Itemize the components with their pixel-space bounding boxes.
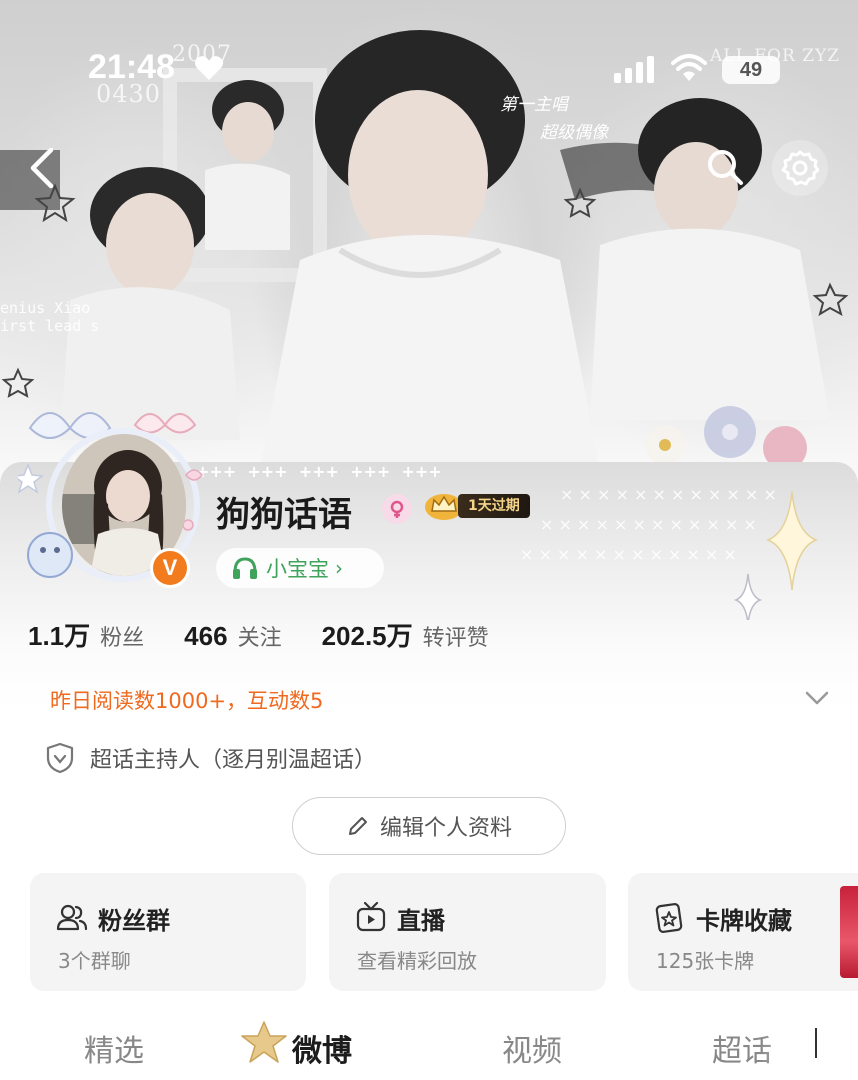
tv-icon	[356, 901, 386, 932]
quick-card-subtitle: 125张卡牌	[656, 949, 755, 973]
quick-card-fan-group[interactable]: 粉丝群 3个群聊	[30, 873, 306, 991]
tabs-fade-overlay	[760, 1010, 858, 1080]
edit-profile-button[interactable]: 编辑个人资料	[292, 797, 566, 855]
chevron-down-icon[interactable]	[804, 688, 830, 708]
svg-text:× × × × × × × × × × × ×: × × × × × × × × × × × ×	[560, 485, 777, 504]
svg-text:× × × × × × × × × × × ×: × × × × × × × × × × × ×	[540, 515, 757, 534]
reading-insight[interactable]: 昨日阅读数1000+，互动数5	[50, 685, 323, 715]
stat-following-value[interactable]: 466	[184, 621, 227, 652]
tab-video[interactable]: 视频	[502, 1026, 562, 1070]
stat-followers-value[interactable]: 1.1万	[28, 616, 90, 653]
pencil-icon	[348, 817, 367, 835]
chevron-right-icon: ›	[335, 556, 343, 580]
svg-text:× × × × × × × × × × × ×: × × × × × × × × × × × ×	[520, 545, 737, 564]
quick-card-live[interactable]: 直播 查看精彩回放	[329, 873, 606, 991]
fan-badge-pill[interactable]: 小宝宝 ›	[216, 548, 384, 588]
quick-card-title: 直播	[397, 907, 445, 935]
female-gender-icon	[382, 494, 412, 524]
profile-stats: 1.1万 粉丝 466 关注 202.5万 转评赞	[28, 616, 529, 653]
edit-profile-label: 编辑个人资料	[379, 816, 512, 841]
vip-label: 1天过期	[458, 494, 530, 518]
stat-followers-label[interactable]: 粉丝	[100, 620, 144, 652]
stat-likes-label[interactable]: 转评赞	[423, 620, 489, 652]
verified-badge: V	[150, 548, 190, 588]
headphones-icon	[233, 557, 257, 579]
quick-card-title: 粉丝群	[98, 907, 170, 935]
fan-pill-label: 小宝宝	[266, 557, 329, 581]
tabs-divider	[815, 1028, 817, 1058]
star-badge-icon	[241, 1021, 287, 1063]
card-star-icon	[655, 903, 683, 933]
quick-card-subtitle: 查看精彩回放	[357, 949, 477, 973]
username: 狗狗话语	[216, 495, 352, 535]
tab-featured[interactable]: 精选	[84, 1026, 144, 1070]
stat-following-label[interactable]: 关注	[238, 620, 282, 652]
stat-likes-value[interactable]: 202.5万	[322, 616, 413, 653]
supertopic-host-row[interactable]: 超话主持人（逐月别温超话）	[46, 742, 376, 774]
vip-badge[interactable]: 1天过期	[424, 491, 538, 521]
card-thumbnail	[840, 886, 858, 978]
quick-card-title: 卡牌收藏	[696, 907, 792, 935]
shield-icon	[46, 742, 74, 774]
tab-weibo[interactable]: 微博	[292, 1026, 352, 1070]
content-tabs: 精选 微博 视频 超话	[0, 1010, 858, 1080]
quick-card-card-collection[interactable]: 卡牌收藏 125张卡牌	[628, 873, 858, 991]
host-text: 超话主持人（逐月别温超话）	[90, 748, 377, 773]
quick-card-subtitle: 3个群聊	[58, 949, 131, 973]
people-icon	[56, 904, 88, 931]
